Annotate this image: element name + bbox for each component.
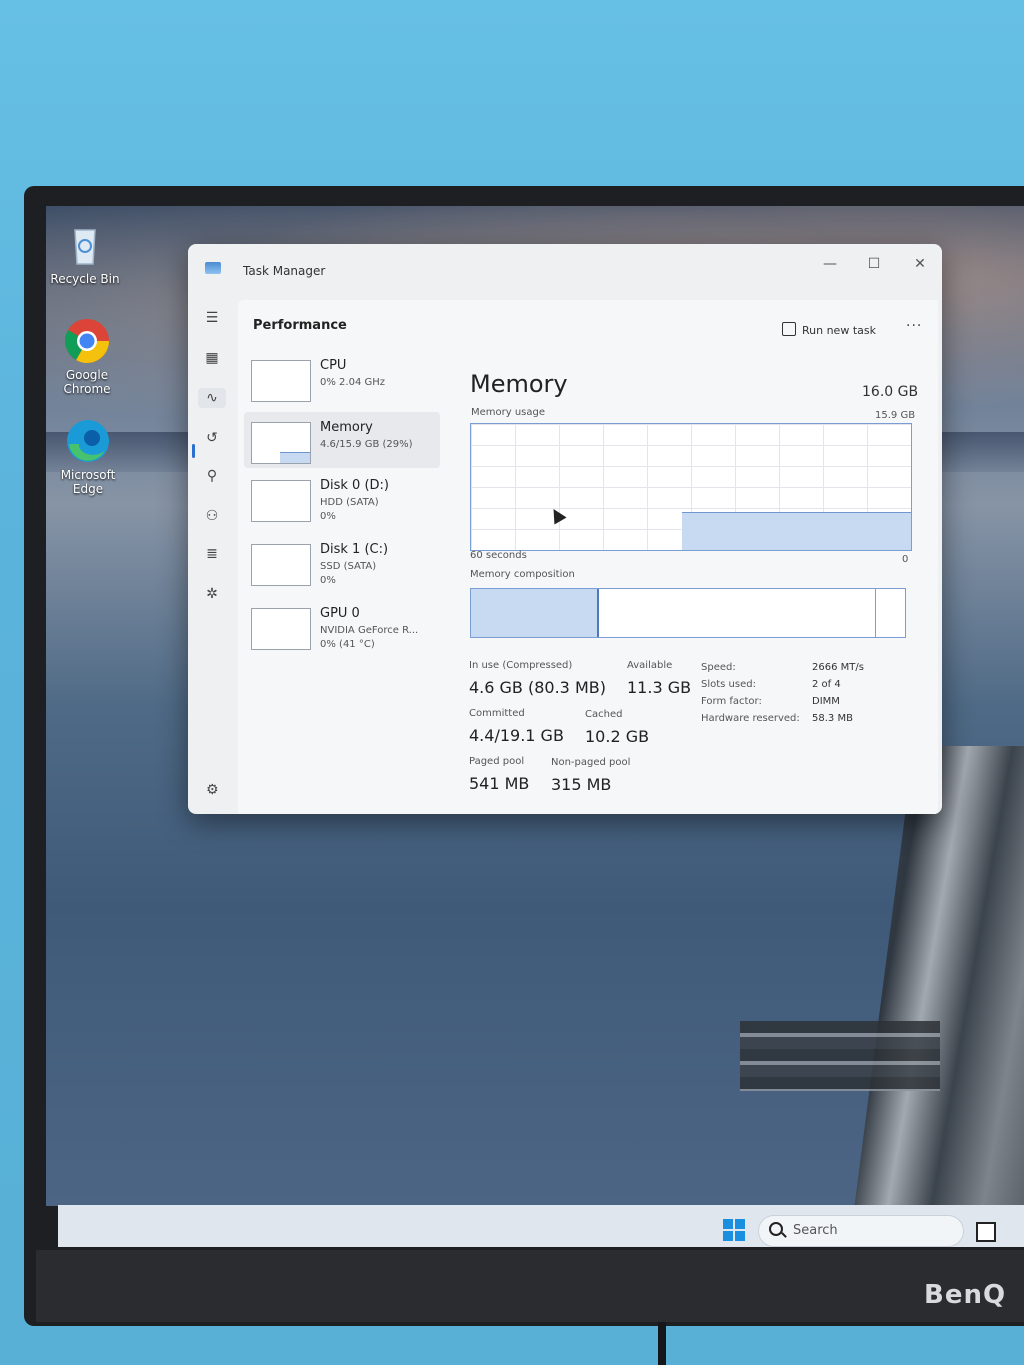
paged-pool-label: Paged pool	[469, 756, 525, 767]
gpu-thumbnail	[251, 608, 311, 650]
speed-key: Speed:	[701, 662, 736, 673]
close-button[interactable]: ✕	[904, 256, 936, 280]
memory-usage-area	[682, 512, 911, 550]
memory-total: 16.0 GB	[862, 384, 919, 400]
hardware-reserved-key: Hardware reserved:	[701, 713, 800, 724]
more-options-button[interactable]: ···	[906, 318, 922, 334]
memory-thumbnail	[251, 422, 311, 464]
run-new-task-button[interactable]: Run new task	[782, 322, 876, 337]
task-manager-window: Task Manager — ☐ ✕ ☰ ▦ ∿ ↺ ⚲ ⚇ ≣ ✲ ⚙ Per…	[188, 244, 942, 814]
committed-value: 4.4/19.1 GB	[469, 726, 564, 745]
non-paged-pool-label: Non-paged pool	[551, 757, 631, 768]
minimize-button[interactable]: —	[814, 256, 846, 280]
task-view-icon[interactable]	[976, 1222, 996, 1242]
edge-label: Microsoft Edge	[60, 468, 116, 496]
nav-rail: ☰ ▦ ∿ ↺ ⚲ ⚇ ≣ ✲	[188, 294, 236, 814]
title-bar[interactable]: Task Manager — ☐ ✕	[188, 244, 942, 294]
cpu-thumbnail	[251, 360, 311, 402]
hardware-reserved-value: 58.3 MB	[812, 713, 853, 724]
composition-available-divider	[875, 589, 876, 637]
available-label: Available	[627, 660, 673, 671]
device-name: Disk 0 (D:)	[320, 478, 389, 493]
disk0-thumbnail	[251, 480, 311, 522]
run-task-icon	[782, 322, 796, 336]
pier-planks	[740, 1021, 940, 1091]
device-item-gpu0[interactable]: GPU 0 NVIDIA GeForce R... 0% (41 °C)	[244, 598, 440, 654]
edge-icon	[65, 418, 111, 464]
device-detail: 0% 2.04 GHz	[320, 377, 386, 388]
non-paged-pool-value: 315 MB	[551, 775, 612, 794]
memory-usage-graph	[470, 423, 912, 551]
slots-value: 2 of 4	[812, 679, 841, 690]
desktop-icon-chrome[interactable]: Google Chrome	[47, 318, 127, 396]
recycle-bin-label: Recycle Bin	[50, 272, 120, 286]
device-detail: SSD (SATA) 0%	[320, 561, 377, 586]
device-item-memory[interactable]: Memory 4.6/15.9 GB (29%)	[244, 412, 440, 468]
monitor-cable	[658, 1322, 666, 1365]
search-placeholder: Search	[793, 1223, 838, 1238]
available-value: 11.3 GB	[627, 678, 692, 697]
memory-usage-max: 15.9 GB	[875, 410, 916, 421]
device-item-disk1[interactable]: Disk 1 (C:) SSD (SATA) 0%	[244, 534, 440, 590]
paged-pool-value: 541 MB	[469, 774, 530, 793]
settings-gear-icon[interactable]: ⚙	[206, 782, 219, 798]
device-item-disk0[interactable]: Disk 0 (D:) HDD (SATA) 0%	[244, 470, 440, 526]
device-name: Disk 1 (C:)	[320, 542, 389, 557]
performance-icon[interactable]: ∿	[198, 388, 226, 408]
selected-indicator	[192, 444, 195, 458]
composition-in-use	[471, 589, 599, 637]
monitor-brand-logo: BenQ	[924, 1280, 1007, 1310]
speed-value: 2666 MT/s	[812, 662, 864, 673]
recycle-bin-icon	[62, 222, 108, 268]
cached-label: Cached	[585, 709, 623, 720]
page-title: Performance	[253, 318, 347, 333]
time-axis-label: 60 seconds	[470, 550, 527, 561]
startup-apps-icon[interactable]: ⚲	[202, 466, 222, 486]
users-icon[interactable]: ⚇	[202, 506, 222, 526]
desktop-icon-edge[interactable]: Microsoft Edge	[48, 418, 128, 496]
taskbar-search-box[interactable]: Search	[758, 1215, 964, 1247]
window-title: Task Manager	[243, 264, 326, 278]
disk1-thumbnail	[251, 544, 311, 586]
services-icon[interactable]: ✲	[202, 584, 222, 604]
form-factor-value: DIMM	[812, 696, 840, 707]
device-detail: HDD (SATA) 0%	[320, 497, 379, 522]
processes-icon[interactable]: ▦	[202, 348, 222, 368]
device-name: GPU 0	[320, 606, 360, 621]
device-name: Memory	[320, 420, 373, 435]
device-detail: 4.6/15.9 GB (29%)	[320, 439, 413, 450]
device-item-cpu[interactable]: CPU 0% 2.04 GHz	[244, 350, 440, 406]
desktop-icon-recycle-bin[interactable]: Recycle Bin	[45, 222, 125, 286]
search-icon	[769, 1222, 783, 1236]
memory-heading: Memory	[470, 370, 568, 398]
memory-composition-bar	[470, 588, 906, 638]
chrome-icon	[64, 318, 110, 364]
memory-usage-label: Memory usage	[471, 407, 546, 418]
app-history-icon[interactable]: ↺	[202, 428, 222, 448]
run-new-task-label: Run new task	[802, 324, 876, 337]
pier-image	[826, 746, 1024, 1206]
performance-panel: Performance Run new task ··· CPU 0% 2.04…	[238, 300, 938, 814]
memory-composition-label: Memory composition	[470, 569, 575, 580]
device-detail: NVIDIA GeForce R... 0% (41 °C)	[320, 625, 419, 650]
hamburger-menu-icon[interactable]: ☰	[202, 308, 222, 328]
slots-key: Slots used:	[701, 679, 756, 690]
maximize-button[interactable]: ☐	[858, 256, 890, 280]
monitor-chin	[36, 1250, 1024, 1322]
committed-label: Committed	[469, 708, 525, 719]
start-button-windows-icon[interactable]	[723, 1219, 745, 1241]
form-factor-key: Form factor:	[701, 696, 762, 707]
cached-value: 10.2 GB	[585, 727, 650, 746]
in-use-label: In use (Compressed)	[469, 660, 573, 671]
task-manager-app-icon	[205, 262, 221, 274]
chrome-label: Google Chrome	[63, 368, 111, 396]
time-axis-end: 0	[902, 554, 909, 565]
details-icon[interactable]: ≣	[202, 544, 222, 564]
device-name: CPU	[320, 358, 347, 373]
in-use-value: 4.6 GB (80.3 MB)	[469, 678, 606, 697]
